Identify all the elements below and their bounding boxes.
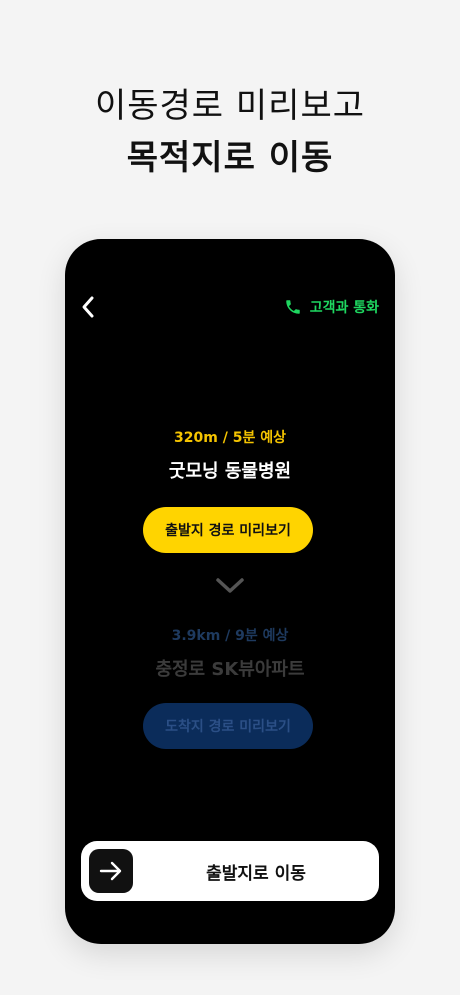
origin-eta: 320m / 5분 예상 <box>174 430 286 446</box>
destination-eta: 3.9km / 9분 예상 <box>171 628 289 644</box>
chevron-left-icon <box>82 296 94 318</box>
phone-screen: 고객과 통화 320m / 5분 예상 굿모닝 동물병원 출발지 경로 미리보기… <box>65 239 395 944</box>
call-customer-button[interactable]: 고객과 통화 <box>284 295 379 319</box>
chevron-down-icon <box>216 578 244 593</box>
call-customer-label: 고객과 통화 <box>309 300 379 316</box>
page: 이동경로 미리보고 목적지로 이동 고객과 통화 320m / 5분 예상 굿모… <box>0 0 460 995</box>
destination-name: 충정로 SK뷰아파트 <box>155 659 305 680</box>
move-to-origin-label: 출발지로 이동 <box>206 863 306 884</box>
arrow-right-icon <box>89 849 133 893</box>
move-to-origin-button[interactable]: 출발지로 이동 <box>81 841 379 901</box>
origin-name: 굿모닝 동물병원 <box>168 461 292 482</box>
headline-line-2: 목적지로 이동 <box>126 138 334 178</box>
phone-icon <box>284 298 302 316</box>
headline-line-1: 이동경로 미리보고 <box>94 86 366 126</box>
origin-preview-button[interactable]: 출발지 경로 미리보기 <box>143 507 313 553</box>
back-button[interactable] <box>75 293 103 321</box>
destination-preview-button[interactable]: 도착지 경로 미리보기 <box>143 703 313 749</box>
